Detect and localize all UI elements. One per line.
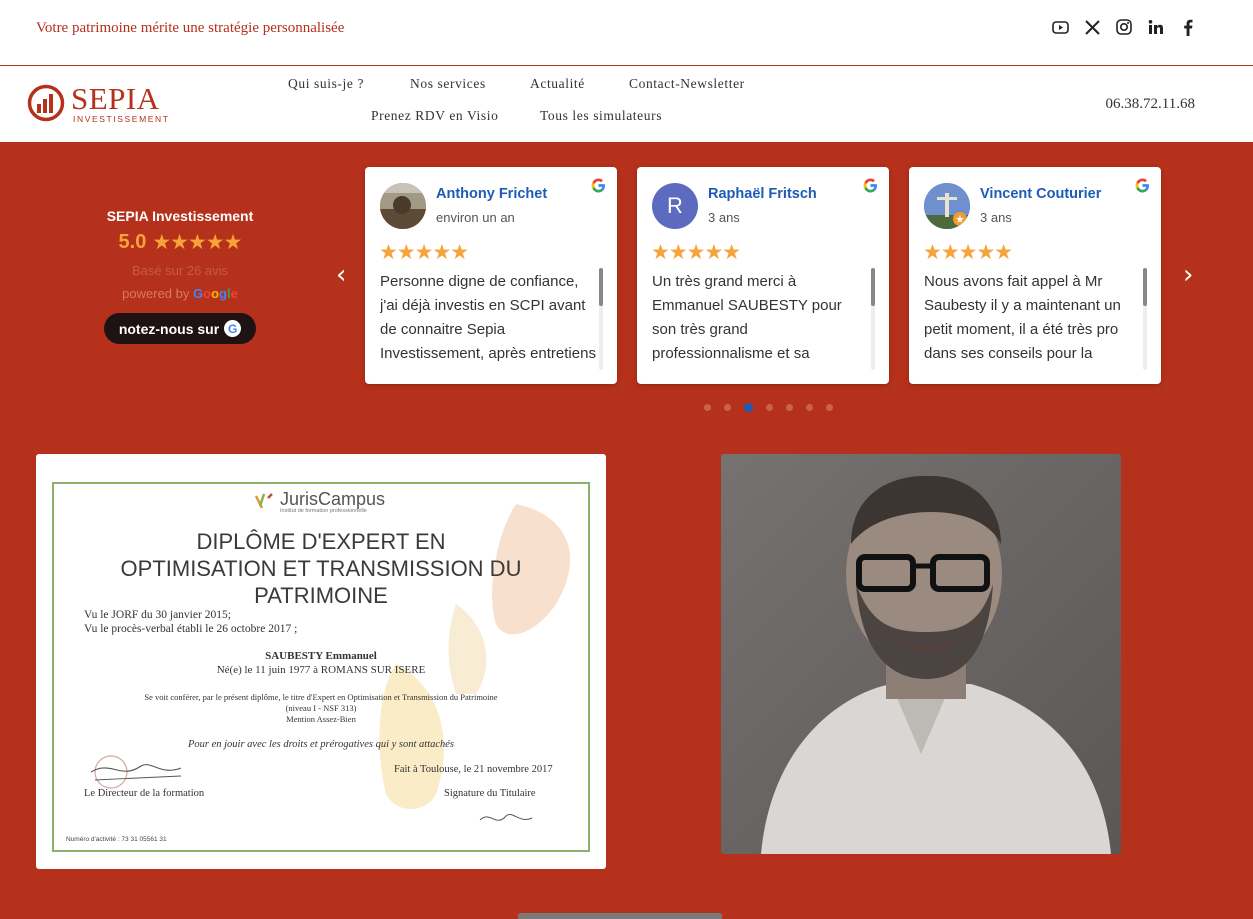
logo-chart-icon (27, 85, 65, 122)
diploma-title: DIPLÔME D'EXPERT EN OPTIMISATION ET TRAN… (120, 529, 522, 608)
holder-signature (479, 814, 533, 821)
reviewer-avatar: R (652, 183, 698, 229)
phone-number[interactable]: 06.38.72.11.68 (1106, 96, 1195, 113)
diploma-image: JurisCampus Institut de formation profes… (36, 454, 606, 869)
nav-nos-services[interactable]: Nos services (410, 76, 486, 92)
tagline: Votre patrimoine mérite une stratégie pe… (36, 20, 345, 36)
review-text: Nous avons fait appel à Mr Saubesty il y… (924, 273, 1121, 362)
portrait-photo (721, 454, 1121, 854)
youtube-icon[interactable] (1051, 18, 1069, 36)
rating-stars: ★★★★★ (152, 231, 242, 254)
main-header: SEPIA INVESTISSEMENT Qui suis-je ? Nos s… (0, 67, 1253, 142)
google-wordmark: Google (193, 286, 238, 301)
carousel-dot[interactable] (704, 404, 711, 411)
google-icon: G (224, 320, 242, 337)
nav-qui-suis-je[interactable]: Qui suis-je ? (288, 76, 364, 92)
logo-name: SEPIA (71, 81, 160, 116)
google-icon (862, 177, 879, 199)
business-name: SEPIA Investissement (106, 208, 254, 224)
linkedin-icon[interactable] (1147, 18, 1165, 36)
diploma-signature-label: Signature du Titulaire (444, 788, 536, 799)
review-date: 3 ans (980, 210, 1012, 225)
diploma-conferral: Se voit conférer, par le présent diplôme… (144, 692, 498, 724)
carousel-next-button[interactable]: › (1183, 260, 1193, 290)
top-bar: Votre patrimoine mérite une stratégie pe… (0, 0, 1253, 66)
carousel-dot[interactable] (786, 404, 793, 411)
director-signature (90, 755, 182, 789)
review-text: Un très grand merci à Emmanuel SAUBESTY … (652, 273, 842, 362)
carousel-dot[interactable] (724, 404, 731, 411)
diploma-holder: SAUBESTY Emmanuel (265, 650, 377, 662)
testimonials-section: SEPIA Investissement 5.0 ★★★★★ Basé sur … (0, 142, 1253, 919)
review-date: environ un an (436, 210, 515, 225)
google-icon (1134, 177, 1151, 199)
reviewer-name[interactable]: Anthony Frichet (436, 186, 547, 202)
review-card: Anthony Frichet environ un an ★★★★★ Pers… (365, 167, 617, 384)
review-scrollbar[interactable] (871, 268, 875, 370)
instagram-icon[interactable] (1115, 18, 1133, 36)
review-scrollbar[interactable] (599, 268, 603, 370)
rating-score: 5.0 (118, 231, 147, 253)
nav-contact-newsletter[interactable]: Contact-Newsletter (629, 76, 745, 92)
diploma-director: Le Directeur de la formation (84, 788, 205, 799)
reviewer-avatar (380, 183, 426, 229)
reviewer-name[interactable]: Raphaël Fritsch (708, 186, 817, 202)
logo-subtitle: INVESTISSEMENT (73, 114, 170, 124)
nav-simulateurs[interactable]: Tous les simulateurs (540, 108, 662, 124)
review-card: Vincent Couturier 3 ans ★★★★★ Nous avons… (909, 167, 1161, 384)
facebook-icon[interactable] (1179, 18, 1197, 36)
diploma-place-date: Fait à Toulouse, le 21 novembre 2017 (394, 764, 553, 775)
review-text: Personne digne de confiance, j'ai déjà i… (380, 273, 596, 362)
reviewer-name[interactable]: Vincent Couturier (980, 186, 1101, 202)
x-icon[interactable] (1083, 18, 1101, 36)
carousel-dot[interactable] (826, 404, 833, 411)
review-stars: ★★★★★ (923, 241, 1013, 264)
carousel-dot[interactable] (766, 404, 773, 411)
diploma-birth: Né(e) le 11 juin 1977 à ROMANS SUR ISERE (216, 664, 426, 676)
nav-actualite[interactable]: Actualité (530, 76, 585, 92)
powered-by-google: powered by Google (122, 286, 238, 301)
reviews-summary: SEPIA Investissement 5.0 ★★★★★ Basé sur … (100, 208, 260, 344)
carousel-dot-active[interactable] (744, 403, 753, 412)
diploma-references: Vu le JORF du 30 janvier 2015; Vu le pro… (84, 609, 298, 635)
horizontal-scrollbar[interactable] (518, 913, 722, 919)
review-date: 3 ans (708, 210, 740, 225)
reviewer-avatar (924, 183, 970, 229)
review-card: R Raphaël Fritsch 3 ans ★★★★★ Un très gr… (637, 167, 889, 384)
nav-rdv-visio[interactable]: Prenez RDV en Visio (371, 108, 498, 124)
social-links (1051, 18, 1197, 36)
google-icon (590, 177, 607, 199)
carousel-dot[interactable] (806, 404, 813, 411)
carousel-prev-button[interactable]: ‹ (336, 260, 346, 290)
carousel-dots (704, 403, 833, 412)
sepia-logo[interactable]: SEPIA INVESTISSEMENT (27, 83, 170, 124)
juriscampus-logo: JurisCampus Institut de formation profes… (254, 490, 385, 515)
diploma-activity-number: Numéro d'activité : 73 31 05561 31 (66, 836, 167, 843)
review-count: Basé sur 26 avis (131, 263, 229, 278)
review-stars: ★★★★★ (379, 241, 469, 264)
diploma-rights: Pour en jouir avec les droits et préroga… (187, 739, 455, 750)
review-scrollbar[interactable] (1143, 268, 1147, 370)
review-stars: ★★★★★ (651, 241, 741, 264)
rate-us-button[interactable]: notez-nous sur G (103, 313, 257, 344)
